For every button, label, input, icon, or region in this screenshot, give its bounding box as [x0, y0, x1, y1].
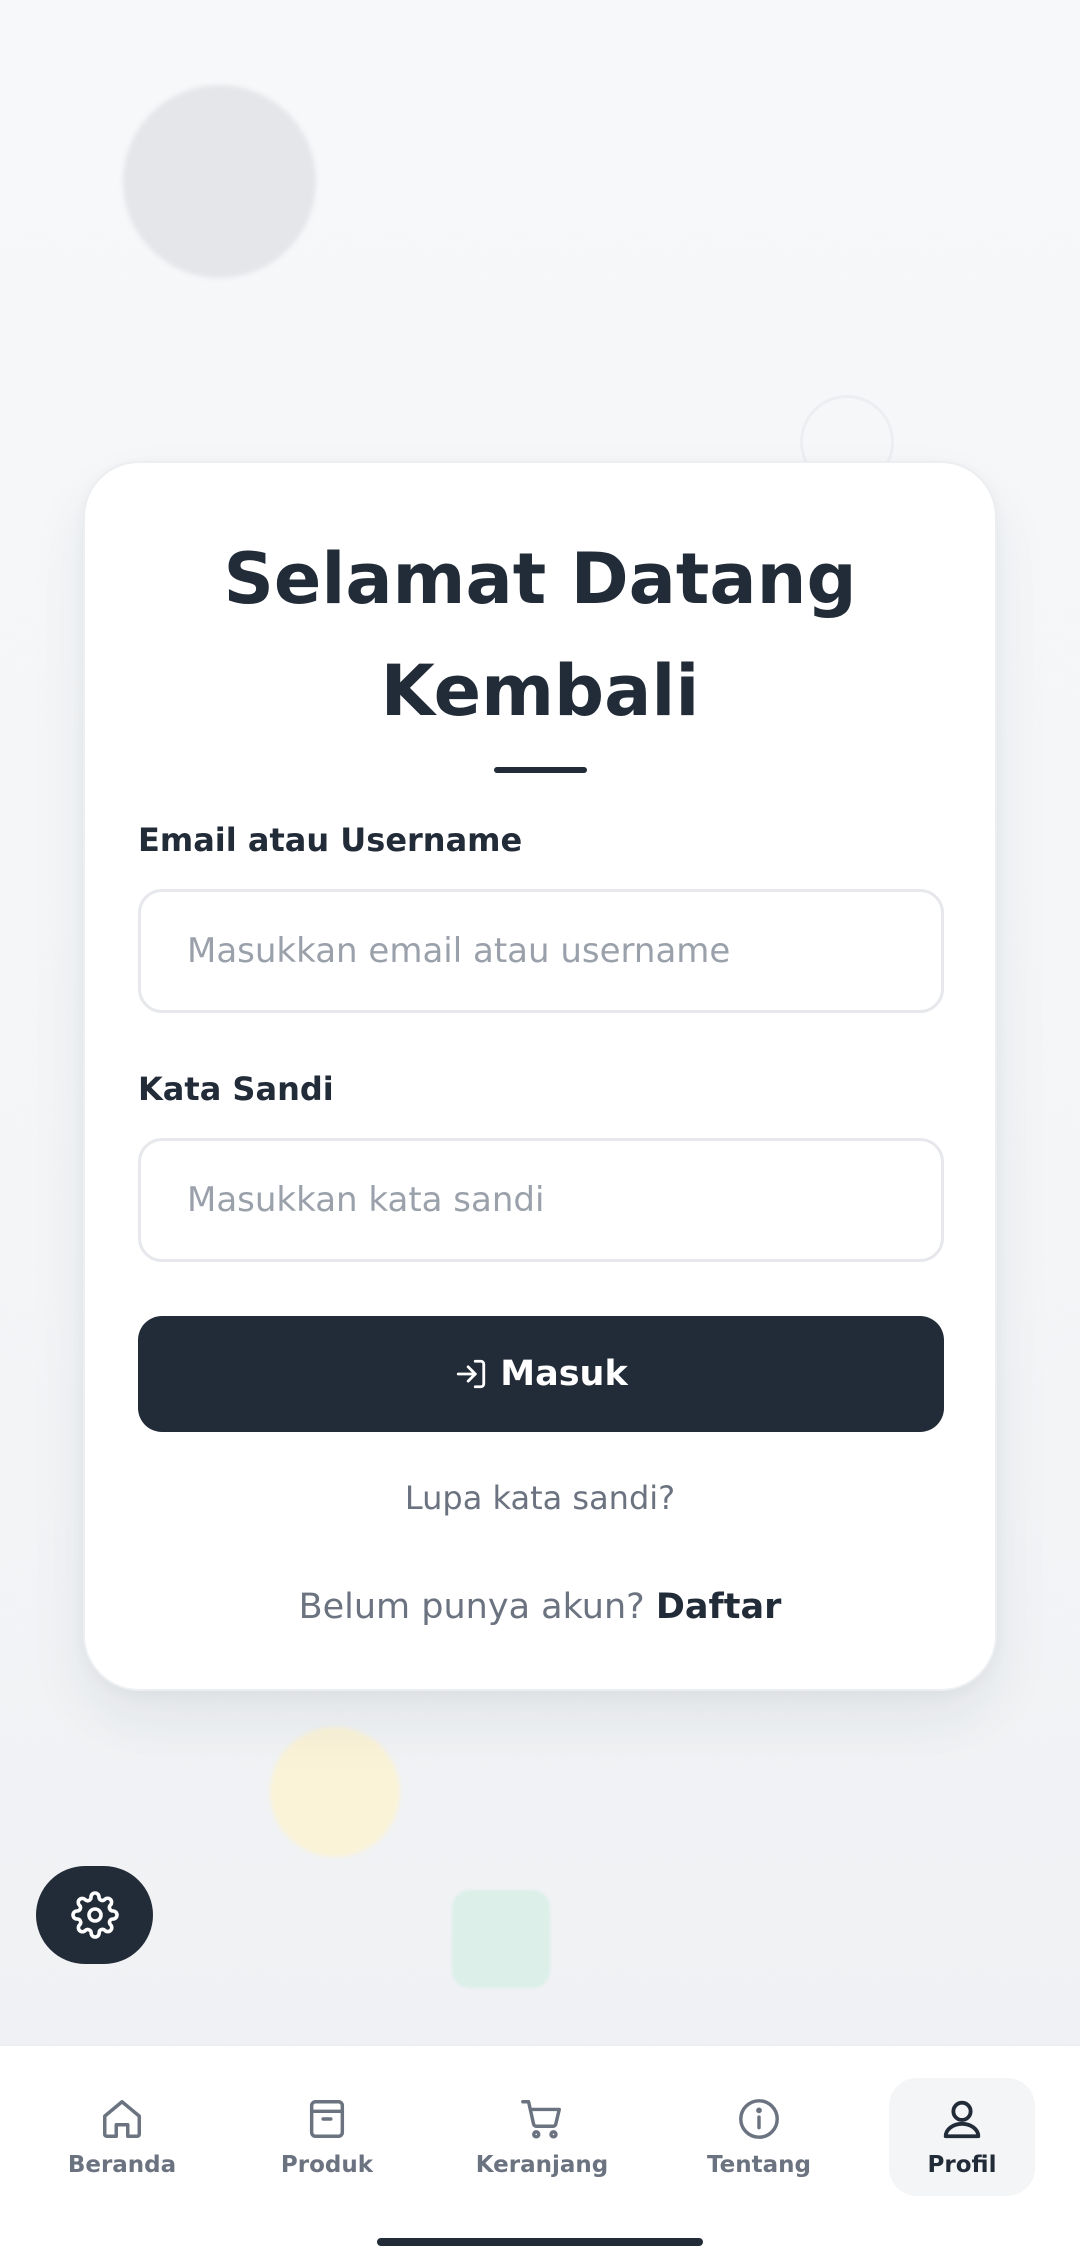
nav-item-produk[interactable]: Produk [254, 2078, 400, 2196]
email-input[interactable] [138, 889, 944, 1013]
settings-button[interactable] [36, 1866, 153, 1964]
bottom-nav: Beranda Produk Keranjang Tentang Profil [0, 2044, 1080, 2261]
home-icon [99, 2096, 145, 2142]
signup-link[interactable]: Daftar [656, 1587, 782, 1627]
nav-label: Produk [280, 2152, 374, 2178]
title-divider [494, 767, 587, 773]
nav-item-beranda[interactable]: Beranda [49, 2078, 195, 2196]
nav-item-keranjang[interactable]: Keranjang [469, 2078, 615, 2196]
login-card: Selamat Datang Kembali Email atau Userna… [83, 461, 997, 1691]
signup-prompt-text: Belum punya akun? [298, 1587, 645, 1627]
forgot-password-link[interactable]: Lupa kata sandi? [85, 1479, 995, 1517]
email-label: Email atau Username [138, 821, 523, 859]
background-square-mint [452, 1890, 550, 1988]
nav-label: Tentang [707, 2152, 811, 2178]
user-icon [939, 2096, 985, 2142]
password-label: Kata Sandi [138, 1070, 334, 1108]
login-arrow-icon [454, 1357, 488, 1391]
login-button[interactable]: Masuk [138, 1316, 944, 1432]
nav-item-tentang[interactable]: Tentang [686, 2078, 832, 2196]
signup-prompt: Belum punya akun? Daftar [85, 1587, 995, 1627]
nav-label: Beranda [67, 2152, 177, 2178]
background-circle-yellow [270, 1727, 400, 1857]
nav-label: Keranjang [475, 2152, 609, 2178]
background-circle-grey [123, 85, 316, 278]
nav-item-profil[interactable]: Profil [889, 2078, 1035, 2196]
login-button-label: Masuk [500, 1354, 628, 1394]
home-indicator [377, 2238, 703, 2246]
gear-icon [70, 1891, 119, 1939]
info-icon [736, 2096, 782, 2142]
nav-label: Profil [927, 2152, 997, 2178]
cart-icon [519, 2096, 565, 2142]
password-input[interactable] [138, 1138, 944, 1262]
page-title: Selamat Datang Kembali [223, 538, 857, 732]
package-icon [304, 2096, 350, 2142]
